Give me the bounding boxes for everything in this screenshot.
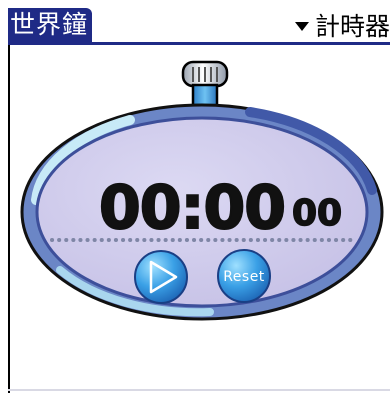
time-main: 00:00 bbox=[99, 173, 285, 243]
start-button[interactable] bbox=[134, 250, 188, 304]
bottom-border bbox=[8, 389, 390, 391]
reset-button[interactable]: Reset bbox=[217, 249, 271, 303]
screen: 世界鐘 計時器 00:00 00 Reset bbox=[0, 0, 390, 393]
stopwatch: 00:00 00 Reset bbox=[20, 60, 384, 321]
reset-label: Reset bbox=[223, 269, 265, 285]
stopwatch-crown-icon bbox=[181, 60, 229, 108]
time-hundredths: 00 bbox=[292, 193, 342, 234]
